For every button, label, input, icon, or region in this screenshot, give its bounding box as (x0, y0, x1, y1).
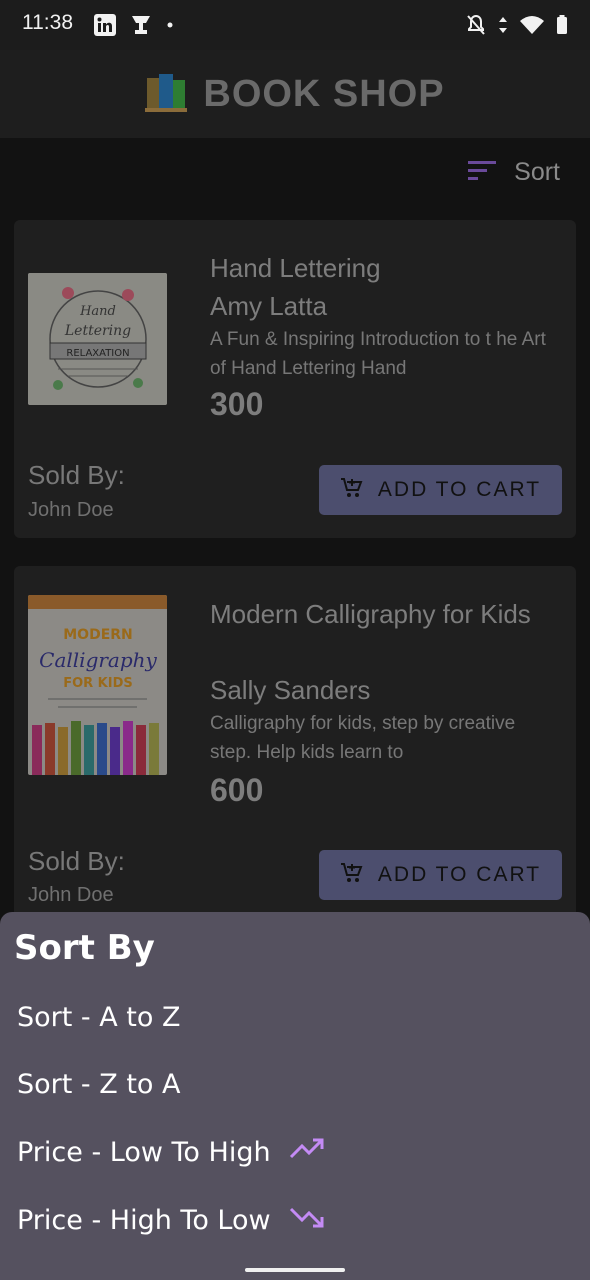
app-title: BOOK SHOP (203, 72, 445, 115)
home-indicator[interactable] (245, 1268, 345, 1272)
seller-name: John Doe (28, 884, 114, 906)
add-cart-icon (340, 476, 364, 504)
add-to-cart-label: ADD TO CART (377, 863, 542, 886)
sort-sheet-title: Sort By (14, 928, 155, 968)
battery-icon (556, 14, 568, 40)
sort-option-label: Sort - A to Z (17, 1002, 181, 1033)
book-price: 300 (210, 386, 264, 422)
data-arrows-icon (498, 14, 508, 40)
wifi-icon (520, 15, 544, 39)
notifications-off-icon (466, 14, 486, 40)
svg-text:Lettering: Lettering (64, 323, 131, 339)
book-price: 600 (210, 772, 264, 808)
sort-option-label: Price - Low To High (17, 1137, 271, 1168)
book-title: Hand Lettering (210, 253, 381, 283)
book-author: Amy Latta (210, 291, 328, 321)
sort-option-price-high-low[interactable]: Price - High To Low (17, 1205, 325, 1236)
seller-name: John Doe (28, 499, 114, 521)
book-title: Modern Calligraphy for Kids (210, 599, 531, 629)
book-card[interactable]: Hand Lettering RELAXATION Hand Lettering… (14, 220, 576, 538)
sort-option-label: Price - High To Low (17, 1205, 271, 1236)
book-card[interactable]: MODERN Calligraphy FOR KIDS Modern Calli… (14, 566, 576, 926)
book-description: Calligraphy for kids, step by creative s… (210, 713, 516, 763)
trophy-icon (130, 14, 152, 40)
sold-by-label: Sold By: (28, 846, 125, 876)
sort-label: Sort (514, 158, 560, 186)
sort-button[interactable]: Sort (468, 158, 560, 187)
add-to-cart-button[interactable]: ADD TO CART (319, 850, 562, 900)
trending-down-icon (289, 1205, 325, 1236)
book-cover-image: MODERN Calligraphy FOR KIDS (28, 595, 167, 775)
sort-option-a-to-z[interactable]: Sort - A to Z (17, 1002, 181, 1033)
svg-text:Calligraphy: Calligraphy (39, 648, 157, 672)
book-cover-image: Hand Lettering RELAXATION (28, 273, 167, 405)
sort-option-label: Sort - Z to A (17, 1069, 181, 1100)
book-description: A Fun & Inspiring Introduction to t he A… (210, 329, 546, 379)
add-cart-icon (340, 861, 364, 889)
status-bar: 11:38 (0, 0, 590, 50)
svg-text:FOR KIDS: FOR KIDS (63, 676, 133, 691)
book-author: Sally Sanders (210, 675, 371, 705)
dot-icon (166, 14, 174, 40)
status-time: 11:38 (22, 11, 73, 34)
books-logo-icon (145, 72, 189, 116)
sort-option-price-low-high[interactable]: Price - Low To High (17, 1137, 325, 1168)
add-to-cart-button[interactable]: ADD TO CART (319, 465, 562, 515)
svg-text:RELAXATION: RELAXATION (66, 348, 129, 359)
svg-text:MODERN: MODERN (63, 627, 133, 643)
add-to-cart-label: ADD TO CART (377, 478, 542, 501)
trending-up-icon (289, 1137, 325, 1168)
sort-icon (468, 160, 497, 186)
linkedin-icon (94, 14, 116, 40)
app-bar: BOOK SHOP (0, 50, 590, 138)
sold-by-label: Sold By: (28, 460, 125, 490)
svg-text:Hand: Hand (79, 304, 116, 319)
sort-option-z-to-a[interactable]: Sort - Z to A (17, 1069, 181, 1100)
